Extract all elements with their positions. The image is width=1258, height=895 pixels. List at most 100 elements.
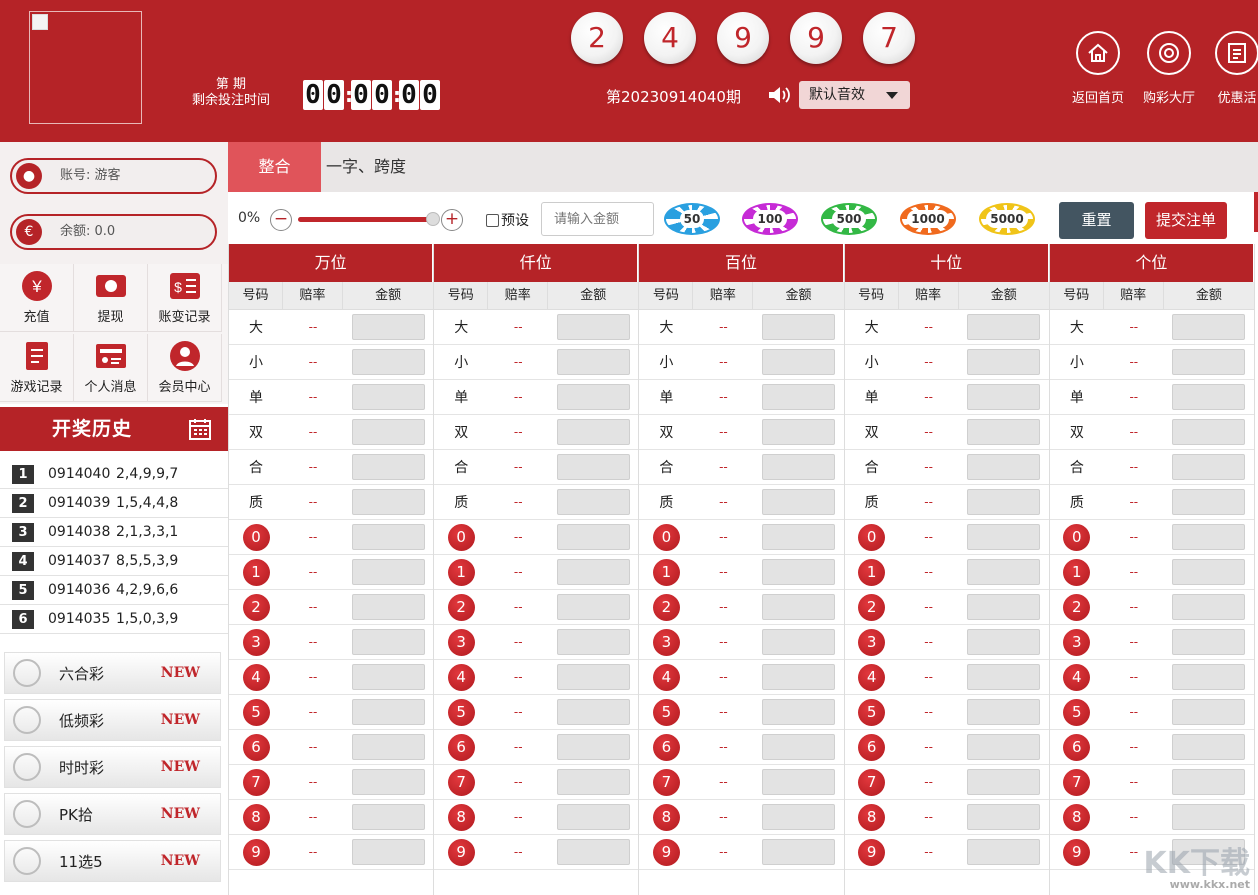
- number-ball[interactable]: 2: [242, 593, 270, 621]
- chip-1000[interactable]: 1000: [900, 203, 956, 235]
- bet-option[interactable]: 质: [639, 492, 693, 512]
- bet-amount-input[interactable]: [1172, 419, 1246, 445]
- bet-amount-input[interactable]: [556, 594, 630, 620]
- rebate-slider[interactable]: [298, 212, 440, 226]
- number-ball[interactable]: 4: [1063, 663, 1091, 691]
- bet-amount-input[interactable]: [1172, 664, 1246, 690]
- bet-amount-input[interactable]: [967, 314, 1041, 340]
- bet-amount-input[interactable]: [967, 524, 1041, 550]
- bet-option[interactable]: 双: [639, 422, 693, 442]
- bet-option[interactable]: 0: [1050, 523, 1104, 551]
- bet-option[interactable]: 8: [639, 803, 693, 831]
- bet-amount-input[interactable]: [762, 489, 835, 515]
- nav-lottery-hall[interactable]: 购彩大厅: [1134, 31, 1204, 106]
- number-ball[interactable]: 3: [858, 628, 886, 656]
- number-ball[interactable]: 1: [242, 558, 270, 586]
- bet-option[interactable]: 5: [1050, 698, 1104, 726]
- bet-option[interactable]: 双: [229, 422, 283, 442]
- bet-option[interactable]: 单: [434, 387, 488, 407]
- bet-amount-input[interactable]: [762, 734, 835, 760]
- number-ball[interactable]: 6: [652, 733, 680, 761]
- bet-amount-input[interactable]: [556, 454, 630, 480]
- bet-option[interactable]: 4: [845, 663, 899, 691]
- number-ball[interactable]: 7: [1063, 768, 1091, 796]
- bet-option[interactable]: 8: [845, 803, 899, 831]
- bet-amount-input[interactable]: [1172, 629, 1246, 655]
- preset-toggle[interactable]: 预设: [486, 210, 529, 230]
- bet-option[interactable]: 3: [229, 628, 283, 656]
- bet-option[interactable]: 2: [639, 593, 693, 621]
- number-ball[interactable]: 2: [652, 593, 680, 621]
- bet-option[interactable]: 合: [845, 457, 899, 477]
- bet-option[interactable]: 大: [229, 317, 283, 337]
- bet-amount-input[interactable]: [556, 769, 630, 795]
- preset-checkbox[interactable]: [486, 213, 499, 227]
- bet-option[interactable]: 单: [1050, 387, 1104, 407]
- bet-option[interactable]: 合: [639, 457, 693, 477]
- quick-action-messages[interactable]: 个人消息: [74, 334, 148, 402]
- bet-option[interactable]: 5: [434, 698, 488, 726]
- bet-amount-input[interactable]: [967, 804, 1041, 830]
- bet-amount-input[interactable]: [967, 489, 1041, 515]
- amount-input[interactable]: [541, 202, 654, 236]
- bet-option[interactable]: 6: [434, 733, 488, 761]
- bet-option[interactable]: 1: [639, 558, 693, 586]
- minus-button[interactable]: −: [270, 209, 292, 231]
- bet-option[interactable]: 1: [845, 558, 899, 586]
- bet-option[interactable]: 大: [1050, 317, 1104, 337]
- bet-option[interactable]: 5: [845, 698, 899, 726]
- number-ball[interactable]: 7: [652, 768, 680, 796]
- bet-option[interactable]: 9: [639, 838, 693, 866]
- number-ball[interactable]: 3: [1063, 628, 1091, 656]
- speaker-icon[interactable]: [767, 84, 791, 106]
- bet-option[interactable]: 9: [1050, 838, 1104, 866]
- bet-option[interactable]: 小: [845, 352, 899, 372]
- bet-option[interactable]: 大: [845, 317, 899, 337]
- bet-amount-input[interactable]: [556, 629, 630, 655]
- bet-amount-input[interactable]: [351, 629, 425, 655]
- quick-action-withdraw[interactable]: 提现: [74, 264, 148, 332]
- bet-amount-input[interactable]: [967, 664, 1041, 690]
- chip-50[interactable]: 50: [664, 203, 720, 235]
- bet-amount-input[interactable]: [967, 769, 1041, 795]
- bet-option[interactable]: 0: [229, 523, 283, 551]
- bet-option[interactable]: 2: [434, 593, 488, 621]
- bet-amount-input[interactable]: [967, 839, 1041, 865]
- quick-action-member-center[interactable]: 会员中心: [148, 334, 222, 402]
- bet-option[interactable]: 1: [229, 558, 283, 586]
- number-ball[interactable]: 9: [858, 838, 886, 866]
- number-ball[interactable]: 5: [242, 698, 270, 726]
- quick-action-recharge[interactable]: ¥ 充值: [0, 264, 74, 332]
- bet-amount-input[interactable]: [762, 664, 835, 690]
- bet-amount-input[interactable]: [762, 699, 835, 725]
- submit-bet-button[interactable]: 提交注单: [1145, 202, 1227, 239]
- bet-option[interactable]: 1: [434, 558, 488, 586]
- quick-action-game-records[interactable]: 游戏记录: [0, 334, 74, 402]
- bet-option[interactable]: 3: [434, 628, 488, 656]
- chip-5000[interactable]: 5000: [979, 203, 1035, 235]
- number-ball[interactable]: 4: [858, 663, 886, 691]
- slider-handle[interactable]: [426, 212, 440, 226]
- bet-option[interactable]: 质: [1050, 492, 1104, 512]
- bet-option[interactable]: 7: [639, 768, 693, 796]
- game-item[interactable]: 时时彩 NEW: [4, 746, 221, 788]
- site-logo[interactable]: [29, 11, 142, 124]
- bet-option[interactable]: 7: [845, 768, 899, 796]
- number-ball[interactable]: 9: [652, 838, 680, 866]
- game-item[interactable]: 11选5 NEW: [4, 840, 221, 882]
- bet-option[interactable]: 9: [229, 838, 283, 866]
- bet-amount-input[interactable]: [762, 524, 835, 550]
- bet-option[interactable]: 3: [1050, 628, 1104, 656]
- number-ball[interactable]: 3: [652, 628, 680, 656]
- number-ball[interactable]: 1: [858, 558, 886, 586]
- bet-amount-input[interactable]: [556, 419, 630, 445]
- bet-amount-input[interactable]: [1172, 384, 1246, 410]
- bet-amount-input[interactable]: [351, 419, 425, 445]
- number-ball[interactable]: 8: [242, 803, 270, 831]
- sound-effect-select[interactable]: 默认音效: [799, 81, 910, 109]
- number-ball[interactable]: 0: [858, 523, 886, 551]
- number-ball[interactable]: 7: [858, 768, 886, 796]
- bet-amount-input[interactable]: [556, 314, 630, 340]
- bet-option[interactable]: 8: [434, 803, 488, 831]
- bet-option[interactable]: 4: [229, 663, 283, 691]
